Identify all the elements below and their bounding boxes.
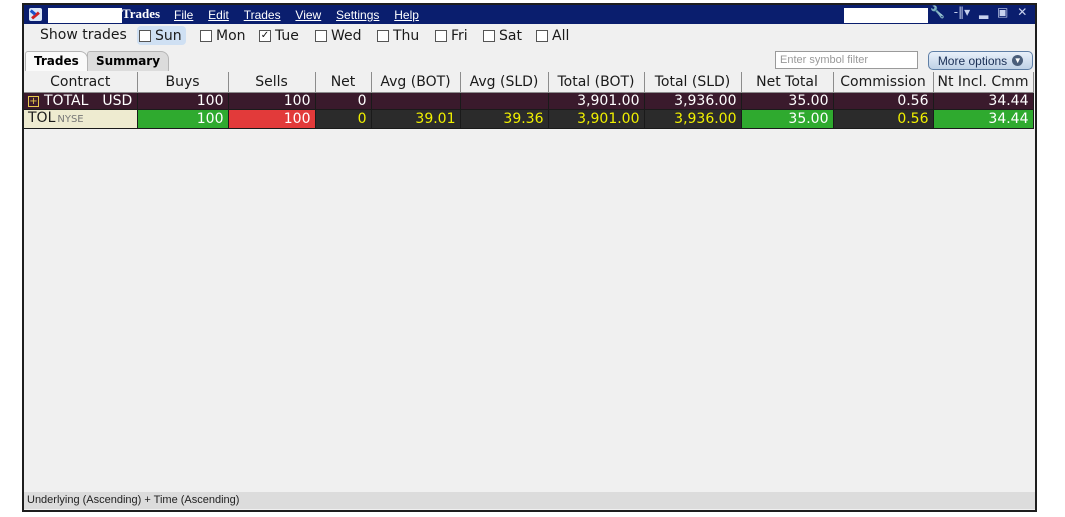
trade-avg-sld-cell: 39.36 (460, 109, 549, 129)
day-checkbox-sat[interactable]: Sat (483, 26, 522, 45)
maximize-icon[interactable]: ▣ (997, 5, 1008, 19)
tab-summary[interactable]: Summary (87, 51, 170, 71)
col-header-sells[interactable]: Sells (228, 72, 316, 93)
total-total-sld-cell: 3,936.00 (644, 92, 742, 110)
expand-plus-icon[interactable]: + (28, 95, 39, 107)
sort-status-bar: Underlying (Ascending) + Time (Ascending… (24, 492, 1035, 509)
menu-bar: File Edit Trades View Settings Help (174, 8, 430, 22)
trade-total-bot-cell: 3,901.00 (548, 109, 645, 129)
checkbox-icon (200, 29, 212, 42)
col-header-contract[interactable]: Contract (24, 72, 138, 93)
total-net-total-cell: 35.00 (741, 92, 834, 110)
minimize-icon[interactable]: ▂ (979, 5, 988, 19)
menu-help[interactable]: Help (394, 8, 419, 22)
trade-row[interactable]: TOL NYSE 100 100 0 39.01 39.36 3,901.00 3… (24, 109, 1034, 129)
total-total-bot-cell: 3,901.00 (548, 92, 645, 110)
trade-avg-bot-cell: 39.01 (371, 109, 461, 129)
day-checkbox-tue[interactable]: ✓ Tue (259, 26, 299, 45)
trade-total-sld-cell: 3,936.00 (644, 109, 742, 129)
more-options-button[interactable]: More options ▼ (928, 51, 1033, 70)
show-trades-row: Show trades Sun Mon ✓ Tue Wed Thu Fri Sat… (24, 24, 1035, 49)
redacted-title-area (48, 8, 122, 23)
day-checkbox-all[interactable]: All (536, 26, 569, 45)
total-buys-cell: 100 (137, 92, 229, 110)
pin-icon[interactable]: ‐‖▾ (954, 5, 970, 19)
menu-settings[interactable]: Settings (336, 8, 379, 22)
tabs-row: Trades Summary More options ▼ (24, 50, 1035, 72)
close-icon[interactable]: ✕ (1017, 5, 1027, 19)
trades-table: Contract Buys Sells Net Avg (BOT) Avg (S… (24, 72, 1034, 129)
col-header-net[interactable]: Net (315, 72, 372, 93)
menu-trades[interactable]: Trades (244, 8, 281, 22)
trades-grid: Contract Buys Sells Net Avg (BOT) Avg (S… (24, 72, 1035, 492)
col-header-avg-sld[interactable]: Avg (SLD) (460, 72, 549, 93)
checkbox-icon (139, 29, 151, 42)
menu-view[interactable]: View (295, 8, 321, 22)
redacted-title-area-2 (844, 8, 928, 23)
menu-file[interactable]: File (174, 8, 193, 22)
chevron-down-icon: ▼ (1012, 55, 1024, 66)
total-sells-cell: 100 (228, 92, 316, 110)
total-nt-incl-cmm-cell: 34.44 (933, 92, 1034, 110)
wrench-icon[interactable]: 🔧 (930, 5, 945, 19)
checkbox-icon (435, 29, 447, 42)
table-header-row: Contract Buys Sells Net Avg (BOT) Avg (S… (24, 72, 1034, 93)
col-header-commission[interactable]: Commission (833, 72, 934, 93)
menu-edit[interactable]: Edit (208, 8, 229, 22)
col-header-avg-bot[interactable]: Avg (BOT) (371, 72, 461, 93)
window-title: Trades (122, 6, 161, 21)
day-checkbox-mon[interactable]: Mon (200, 26, 246, 45)
checkbox-icon (315, 29, 327, 42)
trade-buys-cell: 100 (137, 109, 229, 129)
col-header-buys[interactable]: Buys (137, 72, 229, 93)
checkbox-checked-icon: ✓ (259, 29, 271, 42)
total-net-cell: 0 (315, 92, 372, 110)
window-controls: 🔧 ‐‖▾ ▂ ▣ ✕ (930, 5, 1032, 24)
total-contract-cell[interactable]: + TOTAL USD (24, 92, 138, 110)
checkbox-icon (483, 29, 495, 42)
trade-nt-incl-cmm-cell: 34.44 (933, 109, 1034, 129)
day-checkbox-wed[interactable]: Wed (315, 26, 362, 45)
day-checkbox-thu[interactable]: Thu (377, 26, 419, 45)
checkbox-icon (536, 29, 548, 42)
trade-sells-cell: 100 (228, 109, 316, 129)
app-logo-icon (29, 8, 42, 21)
total-avg-bot-cell (371, 92, 461, 110)
trade-contract-cell[interactable]: TOL NYSE (24, 109, 138, 129)
symbol-filter-input[interactable] (775, 51, 918, 69)
col-header-nt-incl-cmm[interactable]: Nt Incl. Cmm (933, 72, 1034, 93)
total-avg-sld-cell (460, 92, 549, 110)
trade-net-total-cell: 35.00 (741, 109, 834, 129)
show-trades-label: Show trades (40, 27, 127, 43)
trades-window: Trades File Edit Trades View Settings He… (22, 3, 1037, 512)
checkbox-icon (377, 29, 389, 42)
trade-net-cell: 0 (315, 109, 372, 129)
total-commission-cell: 0.56 (833, 92, 934, 110)
total-row[interactable]: + TOTAL USD 100 100 0 3,901.00 3,936.00 35… (24, 92, 1034, 110)
day-checkbox-fri[interactable]: Fri (435, 26, 468, 45)
title-bar[interactable]: Trades File Edit Trades View Settings He… (24, 5, 1035, 24)
col-header-net-total[interactable]: Net Total (741, 72, 834, 93)
tab-trades[interactable]: Trades (25, 51, 88, 71)
col-header-total-bot[interactable]: Total (BOT) (548, 72, 645, 93)
day-checkbox-sun[interactable]: Sun (137, 26, 186, 45)
col-header-total-sld[interactable]: Total (SLD) (644, 72, 742, 93)
trade-commission-cell: 0.56 (833, 109, 934, 129)
